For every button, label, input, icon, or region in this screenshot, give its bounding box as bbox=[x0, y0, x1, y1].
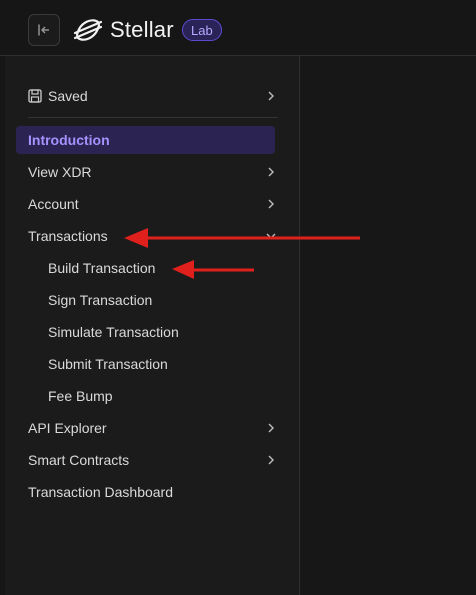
sidebar-subitem-submit-transaction[interactable]: Submit Transaction bbox=[28, 350, 278, 378]
sidebar-subitem-simulate-transaction[interactable]: Simulate Transaction bbox=[28, 318, 278, 346]
collapse-sidebar-icon bbox=[38, 24, 49, 36]
sidebar-item-api-explorer[interactable]: API Explorer bbox=[28, 414, 278, 442]
sidebar-item-label: Build Transaction bbox=[48, 260, 156, 276]
collapse-sidebar-button[interactable] bbox=[28, 14, 60, 46]
sidebar-item-label: Submit Transaction bbox=[48, 356, 168, 372]
sidebar-item-label: Simulate Transaction bbox=[48, 324, 179, 340]
save-icon bbox=[28, 89, 42, 103]
chevron-right-icon bbox=[264, 190, 278, 218]
sidebar-item-label: Transaction Dashboard bbox=[28, 484, 174, 500]
sidebar-item-label: Transactions bbox=[28, 228, 108, 244]
chevron-right-icon bbox=[264, 158, 278, 186]
sidebar-divider bbox=[28, 117, 278, 118]
chevron-down-icon bbox=[264, 222, 278, 250]
sidebar-item-transactions[interactable]: Transactions bbox=[28, 222, 278, 250]
sidebar-subitem-sign-transaction[interactable]: Sign Transaction bbox=[28, 286, 278, 314]
sidebar-item-label: Saved bbox=[48, 88, 88, 104]
main-content-area bbox=[300, 56, 476, 595]
sidebar: Saved Introduction View XDR Account Tran… bbox=[5, 56, 300, 595]
sidebar-item-label: API Explorer bbox=[28, 420, 107, 436]
chevron-right-icon bbox=[264, 414, 278, 442]
sidebar-item-label: View XDR bbox=[28, 164, 92, 180]
sidebar-item-label: Fee Bump bbox=[48, 388, 113, 404]
sidebar-item-transaction-dashboard[interactable]: Transaction Dashboard bbox=[28, 478, 278, 506]
top-bar: Stellar Lab bbox=[0, 0, 476, 56]
brand-name: Stellar bbox=[110, 17, 174, 42]
sidebar-item-label: Smart Contracts bbox=[28, 452, 130, 468]
sidebar-subitem-build-transaction[interactable]: Build Transaction bbox=[28, 254, 278, 282]
sidebar-item-smart-contracts[interactable]: Smart Contracts bbox=[28, 446, 278, 474]
sidebar-item-label: Sign Transaction bbox=[48, 292, 153, 308]
stellar-logo-icon bbox=[74, 19, 102, 41]
sidebar-subitem-fee-bump[interactable]: Fee Bump bbox=[28, 382, 278, 410]
sidebar-item-introduction[interactable]: Introduction bbox=[16, 126, 275, 154]
sidebar-item-label: Account bbox=[28, 196, 79, 212]
sidebar-item-label: Introduction bbox=[28, 132, 110, 148]
app-window: Stellar Lab Saved Introduction View XDR bbox=[0, 0, 476, 595]
sidebar-item-account[interactable]: Account bbox=[28, 190, 278, 218]
sidebar-item-view-xdr[interactable]: View XDR bbox=[28, 158, 278, 186]
lab-badge: Lab bbox=[182, 19, 222, 41]
chevron-right-icon bbox=[264, 446, 278, 474]
sidebar-item-saved[interactable]: Saved bbox=[28, 82, 278, 110]
chevron-right-icon bbox=[264, 82, 278, 110]
